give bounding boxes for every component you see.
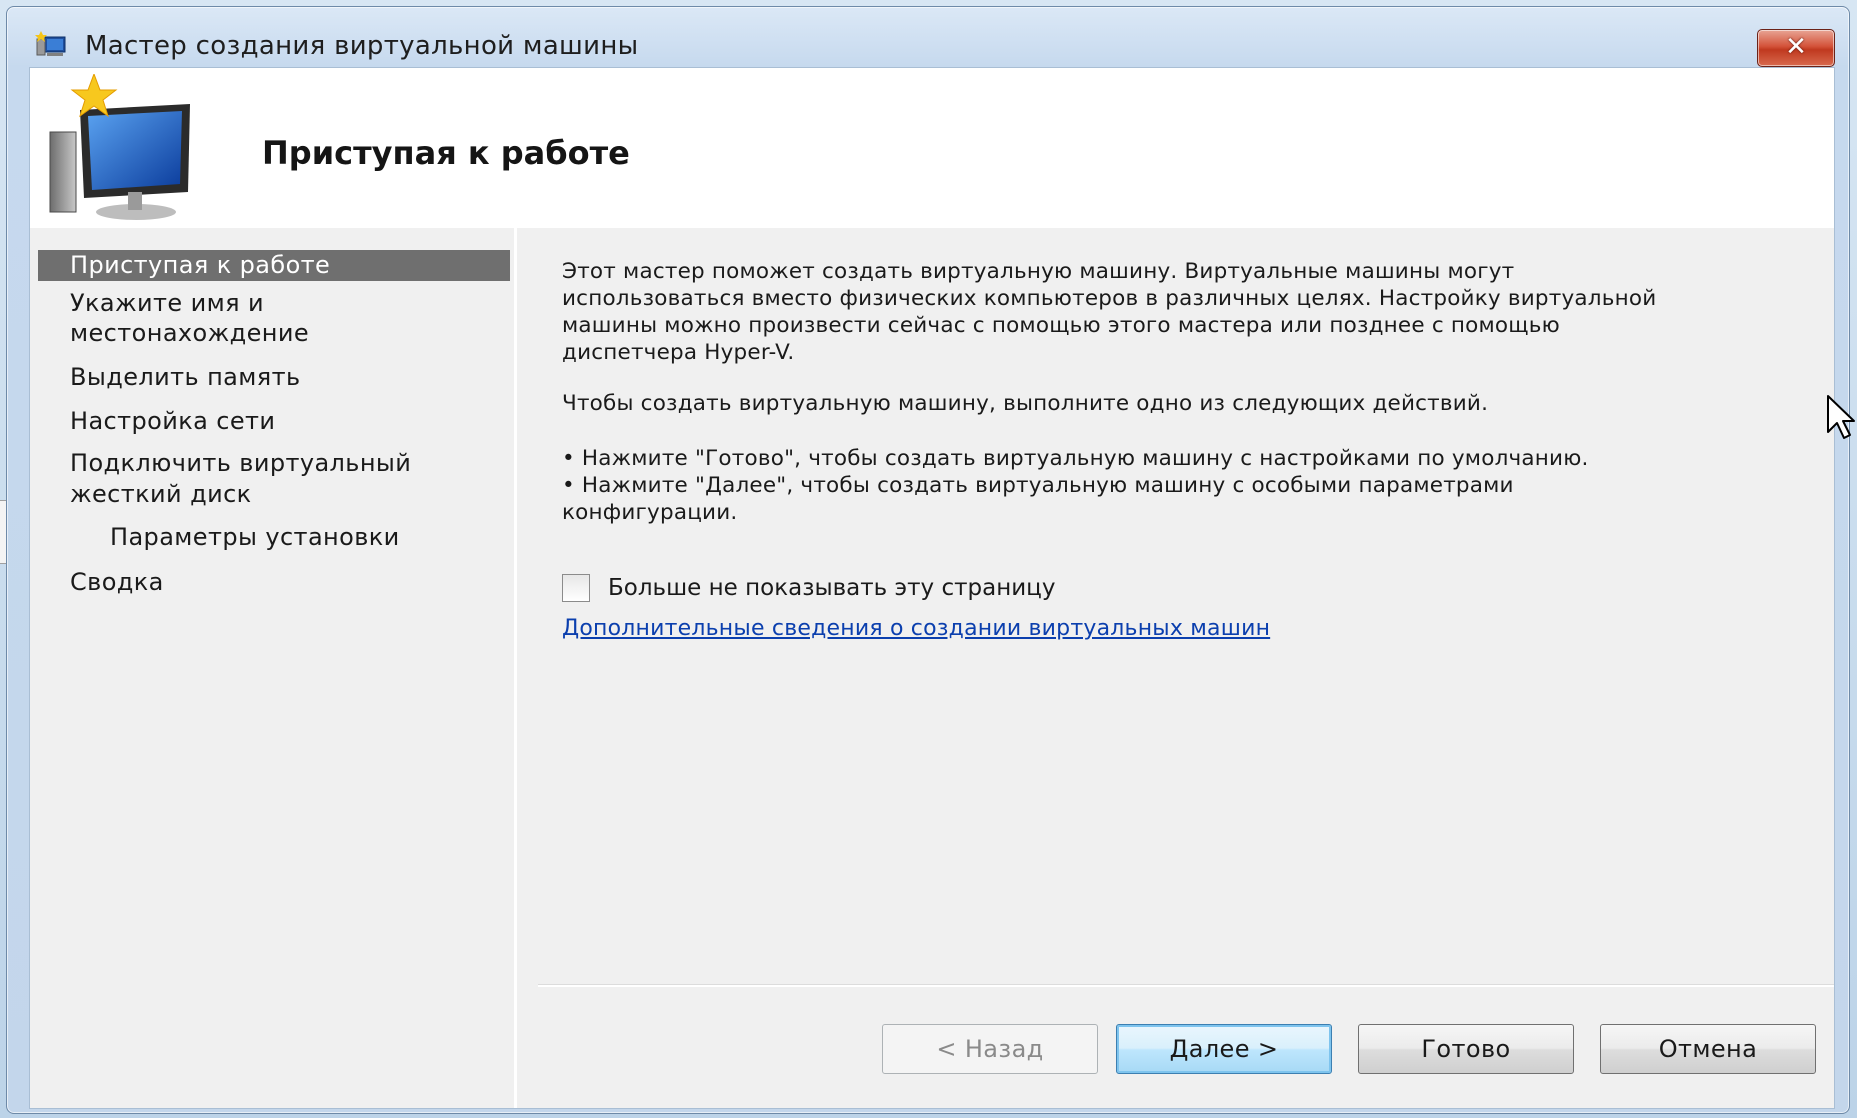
intro-line-2: использоваться вместо физических компьют… bbox=[562, 286, 1657, 311]
wizard-content: Приступая к работе Приступая к работе Ук… bbox=[29, 67, 1835, 1109]
wizard-header: Приступая к работе bbox=[30, 68, 1834, 228]
intro-line-3: машины можно произвести сейчас с помощью… bbox=[562, 313, 1560, 338]
step-summary[interactable]: Сводка bbox=[38, 567, 510, 598]
window-title: Мастер создания виртуальной машины bbox=[85, 31, 639, 61]
wizard-main-panel: Этот мастер поможет создать виртуальную … bbox=[538, 228, 1834, 1108]
dont-show-again-checkbox[interactable] bbox=[562, 574, 590, 602]
step-connect-virtual-disk-line2[interactable]: жесткий диск bbox=[38, 479, 510, 510]
dont-show-again-label[interactable]: Больше не показывать эту страницу bbox=[608, 572, 1055, 604]
close-icon: ✕ bbox=[1785, 32, 1807, 62]
wizard-window: Мастер создания виртуальной машины ✕ При… bbox=[6, 6, 1850, 1114]
virtual-machine-app-icon bbox=[35, 31, 66, 56]
step-name-and-location[interactable]: Укажите имя и bbox=[38, 288, 510, 319]
new-virtual-machine-icon bbox=[49, 74, 190, 220]
intro-line-1: Этот мастер поможет создать виртуальную … bbox=[562, 259, 1515, 284]
step-name-and-location-line2[interactable]: местонахождение bbox=[38, 318, 510, 349]
finish-button[interactable]: Готово bbox=[1358, 1024, 1574, 1074]
step-getting-started[interactable]: Приступая к работе bbox=[38, 250, 510, 281]
back-button[interactable]: < Назад bbox=[882, 1024, 1098, 1074]
intro-line-4: диспетчера Hyper-V. bbox=[562, 340, 795, 365]
step-assign-memory[interactable]: Выделить память bbox=[38, 362, 510, 393]
wizard-steps-nav: Приступая к работе Укажите имя и местона… bbox=[30, 228, 517, 1108]
close-button[interactable]: ✕ bbox=[1757, 29, 1835, 67]
bullet-finish: • Нажмите "Готово", чтобы создать виртуа… bbox=[562, 446, 1589, 471]
page-title: Приступая к работе bbox=[262, 134, 630, 172]
mouse-pointer-icon bbox=[1827, 395, 1855, 439]
cancel-button[interactable]: Отмена bbox=[1600, 1024, 1816, 1074]
next-button[interactable]: Далее > bbox=[1116, 1024, 1332, 1074]
step-installation-options[interactable]: Параметры установки bbox=[38, 522, 510, 553]
bullet-next: • Нажмите "Далее", чтобы создать виртуал… bbox=[562, 473, 1514, 498]
more-info-link[interactable]: Дополнительные сведения о создании вирту… bbox=[562, 616, 1270, 641]
step-connect-virtual-disk[interactable]: Подключить виртуальный bbox=[38, 448, 510, 479]
title-bar[interactable]: Мастер создания виртуальной машины ✕ bbox=[7, 7, 1849, 67]
bullet-next-line2: конфигурации. bbox=[562, 500, 738, 525]
step-configure-network[interactable]: Настройка сети bbox=[38, 406, 510, 437]
footer-divider bbox=[538, 984, 1834, 987]
instruction-text: Чтобы создать виртуальную машину, выполн… bbox=[562, 391, 1489, 416]
